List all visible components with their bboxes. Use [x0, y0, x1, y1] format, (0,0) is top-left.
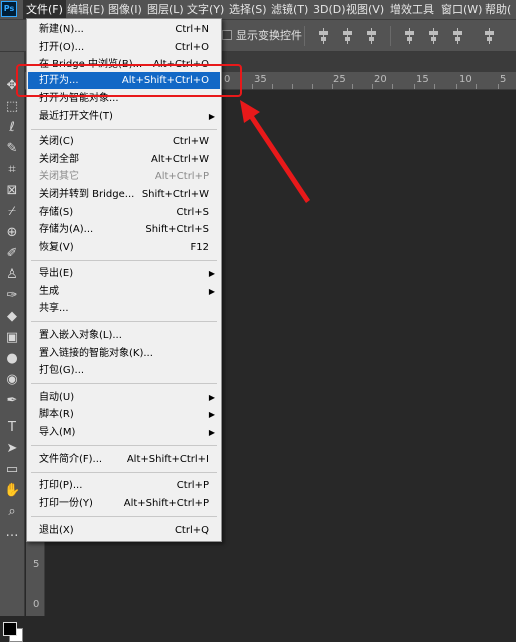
eyedropper-icon[interactable]: ⌿ [4, 204, 20, 220]
ruler-label: 35 [254, 74, 267, 85]
menu-item-close-go-bridge[interactable]: 关闭并转到 Bridge... Shift+Ctrl+W [28, 186, 220, 203]
shape-icon[interactable]: ▭ [4, 462, 20, 478]
quick-select-icon[interactable]: ✎ [4, 141, 20, 157]
foreground-color-swatch[interactable] [3, 622, 17, 636]
gradient-icon[interactable]: ▣ [4, 330, 20, 346]
menu-separator [31, 260, 217, 261]
dodge-icon[interactable]: ◉ [4, 372, 20, 388]
menu-item-save-as[interactable]: 存储为(A)... Shift+Ctrl+S [28, 221, 220, 238]
crop-icon[interactable]: ⌗ [4, 162, 20, 178]
menu-item-exit[interactable]: 退出(X) Ctrl+Q [28, 522, 220, 539]
submenu-arrow-icon: ▶ [208, 269, 215, 278]
align-bottom-icon[interactable] [450, 28, 466, 44]
menu-plugins[interactable]: 增效工具 [387, 0, 437, 19]
hand-icon[interactable]: ✋ [4, 483, 20, 499]
menu-help[interactable]: 帮助( [482, 0, 514, 19]
ruler-label: 5 [33, 559, 40, 570]
submenu-arrow-icon: ▶ [208, 287, 215, 296]
menu-separator [31, 321, 217, 322]
menu-item-open[interactable]: 打开(O)... Ctrl+O [28, 39, 220, 56]
menu-type[interactable]: 文字(Y) [184, 0, 227, 19]
more-tools-icon[interactable]: … [4, 525, 20, 541]
options-separator [390, 26, 391, 46]
menu-edit[interactable]: 编辑(E) [64, 0, 108, 19]
frame-icon[interactable]: ⊠ [4, 183, 20, 199]
photoshop-logo: Ps [1, 1, 17, 17]
menu-filter[interactable]: 滤镜(T) [268, 0, 311, 19]
zoom-icon[interactable]: ⌕ [4, 504, 20, 520]
submenu-arrow-icon: ▶ [208, 393, 215, 402]
stamp-icon[interactable]: ♙ [4, 267, 20, 283]
menu-item-close-all[interactable]: 关闭全部 Alt+Ctrl+W [28, 151, 220, 168]
menu-item-save[interactable]: 存储(S) Ctrl+S [28, 204, 220, 221]
ruler-label: 15 [416, 74, 429, 85]
align-right-icon[interactable] [364, 28, 380, 44]
menu-item-package[interactable]: 打包(G)... [28, 362, 220, 379]
menu-window[interactable]: 窗口(W) [438, 0, 485, 19]
blur-icon[interactable]: ● [4, 351, 20, 367]
menu-item-close-others: 关闭其它 Alt+Ctrl+P [39, 171, 209, 182]
align-top-icon[interactable] [402, 28, 418, 44]
menu-file[interactable]: 文件(F) [23, 0, 66, 19]
menu-layer[interactable]: 图层(L) [144, 0, 187, 19]
menu-item-revert[interactable]: 恢复(V) F12 [28, 239, 220, 256]
submenu-arrow-icon: ▶ [208, 428, 215, 437]
menu-select[interactable]: 选择(S) [226, 0, 270, 19]
eraser-icon[interactable]: ◆ [4, 309, 20, 325]
menu-item-place-linked[interactable]: 置入链接的智能对象(K)... [28, 345, 220, 362]
menu-separator [31, 516, 217, 517]
type-icon[interactable]: T [4, 420, 20, 436]
menu-item-export[interactable]: 导出(E) ▶ [28, 265, 220, 282]
menu-separator [31, 445, 217, 446]
menu-item-generate[interactable]: 生成 ▶ [28, 283, 220, 300]
show-transform-checkbox[interactable] [222, 30, 232, 40]
ruler-label: 25 [333, 74, 346, 85]
menu-separator [31, 383, 217, 384]
ruler-label: 0 [33, 599, 40, 610]
submenu-arrow-icon: ▶ [208, 112, 215, 121]
menu-item-file-info[interactable]: 文件简介(F)... Alt+Shift+Ctrl+I [28, 451, 220, 468]
lasso-icon[interactable]: ℓ [4, 120, 20, 136]
menu-bar: Ps 文件(F) 编辑(E) 图像(I) 图层(L) 文字(Y) 选择(S) 滤… [0, 0, 516, 20]
show-transform-label: 显示变换控件 [236, 29, 302, 42]
menu-item-place-embedded[interactable]: 置入嵌入对象(L)... [28, 327, 220, 344]
history-brush-icon[interactable]: ✑ [4, 288, 20, 304]
menu-item-new[interactable]: 新建(N)... Ctrl+N [28, 21, 220, 38]
menu-item-share[interactable]: 共享... [28, 300, 220, 317]
distribute-icon[interactable] [482, 28, 498, 44]
menu-item-scripts[interactable]: 脚本(R) ▶ [28, 406, 220, 423]
align-center-icon[interactable] [340, 28, 356, 44]
align-left-icon[interactable] [316, 28, 332, 44]
options-separator [304, 26, 305, 46]
menu-image[interactable]: 图像(I) [105, 0, 145, 19]
pen-icon[interactable]: ✒ [4, 393, 20, 409]
menu-item-print-one-copy[interactable]: 打印一份(Y) Alt+Shift+Ctrl+P [28, 495, 220, 512]
annotation-arrow-icon [240, 100, 310, 203]
menu-item-close[interactable]: 关闭(C) Ctrl+W [28, 133, 220, 150]
menu-view[interactable]: 视图(V) [343, 0, 387, 19]
brush-icon[interactable]: ✐ [4, 246, 20, 262]
submenu-arrow-icon: ▶ [208, 410, 215, 419]
highlight-annotation-box [16, 64, 242, 97]
ruler-label: 20 [374, 74, 387, 85]
menu-item-recent-files[interactable]: 最近打开文件(T) ▶ [28, 108, 220, 125]
tools-panel: ✥ ⬚ ℓ ✎ ⌗ ⊠ ⌿ ⊕ ✐ ♙ ✑ ◆ ▣ ● ◉ ✒ T ➤ ▭ ✋ … [0, 52, 25, 642]
healing-icon[interactable]: ⊕ [4, 225, 20, 241]
menu-item-automate[interactable]: 自动(U) ▶ [28, 389, 220, 406]
ruler-label: 10 [459, 74, 472, 85]
align-middle-icon[interactable] [426, 28, 442, 44]
menu-item-print[interactable]: 打印(P)... Ctrl+P [28, 477, 220, 494]
menu-item-import[interactable]: 导入(M) ▶ [28, 424, 220, 441]
marquee-icon[interactable]: ⬚ [4, 99, 20, 115]
path-select-icon[interactable]: ➤ [4, 441, 20, 457]
menu-separator [31, 472, 217, 473]
ruler-label: 5 [500, 74, 507, 85]
menu-separator [31, 129, 217, 130]
